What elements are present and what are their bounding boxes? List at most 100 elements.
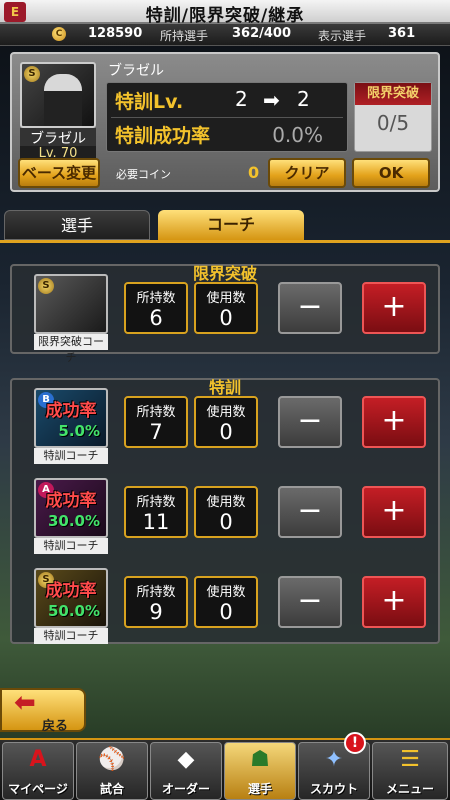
used-count-box: 使用数 0 [194,396,258,448]
nav-menu[interactable]: ☰ メニュー [372,742,448,800]
plus-button[interactable]: + [362,486,426,538]
used-count-label: 使用数 [206,495,246,510]
coach-portrait: B 成功率 5.0% [34,388,108,448]
limit-break-section: 限界突破 S 限界突破コーチ 所持数 6 使用数 0 − + [10,264,440,364]
coin-icon: C [52,27,66,41]
back-arrow-icon: ⬅ [14,688,36,718]
used-count-value: 0 [219,510,233,534]
owned-count-label: 所持数 [136,585,176,600]
nav-mypage[interactable]: A マイページ [2,742,74,800]
tab-underline [0,240,450,243]
minus-button[interactable]: − [278,396,342,448]
mypage-icon: A [29,747,47,772]
clear-button[interactable]: クリア [268,158,346,188]
owned-players-label: 所持選手 [160,29,209,43]
used-count-value: 0 [219,600,233,624]
player-figure-icon [44,74,82,126]
limit-break-box: 限界突破 0/5 [354,82,432,152]
owned-count-label: 所持数 [136,291,176,306]
tab-coach[interactable]: コーチ [158,210,304,240]
plus-button[interactable]: + [362,282,426,334]
back-label: 戻る [42,719,69,734]
tab-players[interactable]: 選手 [4,210,150,240]
required-coin-value: 0 [248,163,260,182]
limit-break-coach-card[interactable]: S 限界突破コーチ [34,274,108,364]
notification-badge: ! [344,732,366,754]
divider [111,117,343,118]
plus-button[interactable]: + [362,396,426,448]
coach-caption: 特訓コーチ [34,628,108,644]
diamond-field-icon: ◆ [177,747,195,772]
nav-label: オーダー [161,782,210,796]
used-count-label: 使用数 [206,585,246,600]
owned-count-value: 11 [142,510,170,534]
minus-button[interactable]: − [278,282,342,334]
display-players-value: 361 [388,26,416,41]
coach-portrait: A 成功率 30.0% [34,478,108,538]
rank-s-icon: S [24,66,40,82]
nav-label: メニュー [385,782,434,796]
training-section: 特訓 B 成功率 5.0% 特訓コーチ 所持数 7 使用数 0 − + A 成功… [10,378,440,644]
training-info-box: 特訓Lv. 2 ➡ 2 特訓成功率 0.0% [106,82,348,152]
stats-bar: C 128590 所持選手 362/400 表示選手 361 [0,24,450,46]
nav-label: 選手 [247,782,272,796]
required-coin-label: 必要コイン [116,168,171,181]
success-rate-label: 特訓成功率 [115,125,211,147]
used-count-box: 使用数 0 [194,576,258,628]
minus-button[interactable]: − [278,576,342,628]
owned-players-value: 362/400 [232,26,292,41]
owned-count-box: 所持数 7 [124,396,188,448]
training-coach-card-s[interactable]: S 成功率 50.0% 特訓コーチ [34,568,108,644]
menu-icon: ☰ [400,747,420,772]
training-level-from: 2 [235,87,248,111]
nav-order[interactable]: ◆ オーダー [150,742,222,800]
training-coach-card-a[interactable]: A 成功率 30.0% 特訓コーチ [34,478,108,554]
nav-label: スカウト [309,782,358,796]
success-rate-title: 成功率 [45,401,97,421]
coach-caption: 特訓コーチ [34,538,108,554]
player-icon: ☗ [250,747,270,772]
plus-button[interactable]: + [362,576,426,628]
success-rate-value: 0.0% [272,123,323,147]
ok-button[interactable]: OK [352,158,430,188]
owned-count-box: 所持数 11 [124,486,188,538]
owned-count-box: 所持数 6 [124,282,188,334]
used-count-box: 使用数 0 [194,282,258,334]
success-rate-title: 成功率 [45,491,97,511]
used-count-value: 0 [219,306,233,330]
nav-label: 試合 [99,782,124,796]
player-avatar[interactable]: S [20,62,96,128]
success-rate-number: 50.0% [47,602,100,620]
coach-caption: 特訓コーチ [34,448,108,464]
success-rate-number: 5.0% [58,422,100,440]
minus-button[interactable]: − [278,486,342,538]
coach-caption: 限界突破コーチ [34,334,108,364]
owned-count-label: 所持数 [136,405,176,420]
coach-portrait: S [34,274,108,334]
used-count-value: 0 [219,420,233,444]
coach-portrait: S 成功率 50.0% [34,568,108,628]
rank-s-icon: S [38,278,54,294]
owned-count-value: 7 [149,420,163,444]
training-coach-card-b[interactable]: B 成功率 5.0% 特訓コーチ [34,388,108,464]
owned-count-box: 所持数 9 [124,576,188,628]
arrow-right-icon: ➡ [263,88,280,112]
success-rate-title: 成功率 [45,581,97,601]
player-panel: S ブラゼル Lv. 70 ブラゼル 特訓Lv. 2 ➡ 2 特訓成功率 0.0… [10,52,440,192]
back-button[interactable]: ⬅ 戻る [0,688,86,734]
player-name: ブラゼル [108,63,164,79]
training-level-label: 特訓Lv. [115,91,184,113]
nav-game[interactable]: ⚾ 試合 [76,742,148,800]
owned-count-label: 所持数 [136,495,176,510]
nav-players[interactable]: ☗ 選手 [224,742,296,800]
used-count-label: 使用数 [206,291,246,306]
training-level-to: 2 [297,87,310,111]
coin-count: 128590 [88,26,143,41]
owned-count-value: 6 [149,306,163,330]
base-change-button[interactable]: ベース変更 [18,158,100,188]
player-name-under-avatar: ブラゼル [20,128,96,148]
limit-break-value: 0/5 [376,111,410,135]
bottom-nav: A マイページ ⚾ 試合 ◆ オーダー ☗ 選手 ✦ スカウト ☰ メニュー [0,738,450,800]
used-count-label: 使用数 [206,405,246,420]
stadium-icon: ⚾ [98,747,126,772]
